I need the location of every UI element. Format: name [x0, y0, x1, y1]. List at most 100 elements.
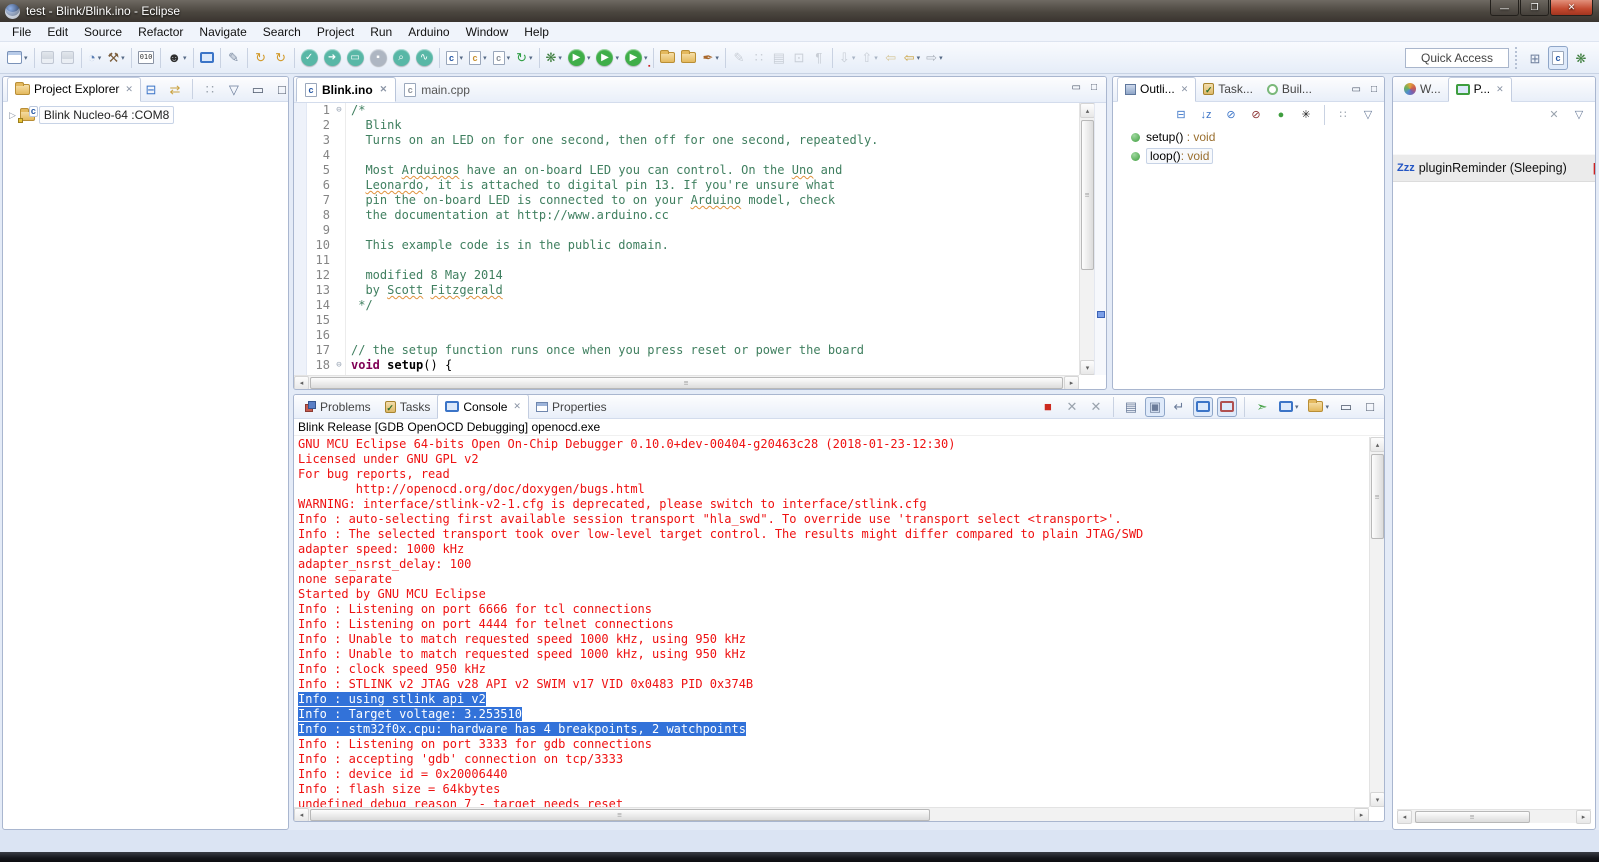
menu-arduino[interactable]: Arduino — [400, 23, 457, 41]
menu-file[interactable]: File — [4, 23, 39, 41]
project-tree-item[interactable]: ▷ c Blink Nucleo-64 :COM8 — [3, 102, 288, 124]
view-menu-button[interactable]: ▽ — [1358, 105, 1378, 125]
scroll-left-icon[interactable]: ◂ — [294, 808, 309, 822]
build-binary-button[interactable]: 010 — [135, 46, 158, 70]
close-window-button[interactable]: ✕ — [1550, 0, 1593, 16]
menu-edit[interactable]: Edit — [39, 23, 76, 41]
flash-upload-button[interactable]: ↻ — [251, 46, 271, 70]
console-vscrollbar[interactable]: ▴ ≡ ▾ — [1369, 437, 1384, 807]
show-stderr-button[interactable] — [1217, 397, 1237, 417]
focus-view-button[interactable]: ∷ — [1333, 105, 1353, 125]
tab-console[interactable]: Console ✕ — [437, 394, 529, 419]
maximize-icon[interactable]: □ — [1368, 84, 1380, 95]
focus-view-button[interactable]: ∷ — [200, 79, 220, 99]
expand-arrow-icon[interactable]: ▷ — [9, 110, 16, 121]
eclipse-app-icon[interactable] — [5, 4, 20, 19]
collapse-all-button[interactable]: ⊟ — [1171, 105, 1191, 125]
arduino-save-sketch-button[interactable]: ▪ — [367, 46, 390, 70]
minimize-icon[interactable]: ▭ — [1349, 84, 1364, 95]
editor-hscroll-thumb[interactable]: ≡ — [310, 377, 1063, 389]
windows-taskbar[interactable] — [0, 852, 1599, 862]
build-button[interactable]: ⚒▾ — [105, 46, 128, 70]
collapse-all-button[interactable]: ⊟ — [141, 79, 161, 99]
menu-project[interactable]: Project — [309, 23, 362, 41]
tab-plugin-reminder[interactable]: P... ✕ — [1448, 77, 1512, 102]
plugin-hscroll-thumb[interactable]: ≡ — [1415, 811, 1530, 823]
forward-button[interactable]: ⇨▾ — [923, 46, 945, 70]
tab-tasks[interactable]: ✓ Tasks — [378, 394, 438, 419]
close-icon[interactable]: ✕ — [513, 401, 521, 412]
back-history-light-button[interactable]: ⇦ — [881, 46, 901, 70]
console-hscroll-thumb[interactable]: ≡ — [310, 809, 930, 821]
scroll-down-icon[interactable]: ▾ — [1370, 792, 1385, 807]
style-brush-button[interactable]: ✒▾ — [699, 46, 721, 70]
scroll-right-icon[interactable]: ▸ — [1354, 808, 1369, 822]
scroll-lock-button[interactable]: ▣ — [1145, 397, 1165, 417]
remove-reminder-button[interactable]: ✕ — [1544, 105, 1564, 125]
tab-tasks[interactable]: ✓ Task... — [1196, 77, 1260, 102]
new-source-file-button[interactable]: c▾ — [490, 46, 514, 70]
tab-blink-ino[interactable]: c Blink.ino ✕ — [296, 77, 396, 102]
console-output[interactable]: GNU MCU Eclipse 64-bits Open On-Chip Deb… — [294, 437, 1369, 807]
hide-static-members-button[interactable]: ⊘ — [1246, 105, 1266, 125]
debug-perspective-button[interactable]: ❋ — [1571, 46, 1591, 70]
fold-marker-icon[interactable]: ⊖ — [333, 103, 345, 118]
terminate-button[interactable]: ■ — [1038, 397, 1058, 417]
coverage-button[interactable]: ▶▪▾ — [622, 46, 651, 70]
code-editor[interactable]: 123456789101112131415161718 ⊖⊖ /* Blink … — [294, 103, 1079, 375]
scroll-right-icon[interactable]: ▸ — [1576, 810, 1591, 824]
fold-marker-icon[interactable]: ⊖ — [333, 358, 345, 373]
scroll-down-icon[interactable]: ▾ — [1080, 360, 1095, 375]
open-console-button[interactable]: ▾ — [1305, 397, 1332, 417]
hide-fields-button[interactable]: ⊘ — [1221, 105, 1241, 125]
plugin-hscrollbar[interactable]: ◂ ≡ ▸ — [1397, 809, 1591, 823]
quick-access-box[interactable]: Quick Access — [1405, 48, 1509, 68]
tab-workspace[interactable]: W... — [1397, 77, 1448, 102]
editor-hscrollbar[interactable]: ◂ ≡ ▸ — [294, 375, 1079, 389]
plugin-reminder-row[interactable]: Zzz pluginReminder (Sleeping) [ — [1393, 154, 1595, 182]
menu-search[interactable]: Search — [255, 23, 309, 41]
tab-build-targets[interactable]: Buil... — [1260, 77, 1319, 102]
word-wrap-button[interactable]: ↵ — [1169, 397, 1189, 417]
minimize-window-button[interactable]: — — [1490, 0, 1519, 16]
new-c-project-button[interactable]: c▾ — [443, 46, 467, 70]
arduino-upload-button[interactable]: ➜ — [321, 46, 344, 70]
open-perspective-button[interactable]: ⊞ — [1525, 46, 1545, 70]
code-text[interactable]: /* Blink Turns on an LED on for one seco… — [346, 103, 1079, 375]
hide-inactive-button[interactable]: ✳ — [1296, 105, 1316, 125]
editor-vscroll-thumb[interactable]: ≡ — [1081, 120, 1094, 270]
tab-problems[interactable]: Problems — [298, 394, 378, 419]
close-icon[interactable]: ✕ — [1181, 84, 1189, 95]
scroll-right-icon[interactable]: ▸ — [1064, 376, 1079, 390]
menu-navigate[interactable]: Navigate — [191, 23, 254, 41]
overview-annotation[interactable] — [1097, 311, 1105, 318]
close-icon[interactable]: ✕ — [1496, 84, 1504, 95]
debug-button[interactable]: ❋▾ — [543, 46, 565, 70]
clear-console-button[interactable]: ▤ — [1121, 397, 1141, 417]
menu-window[interactable]: Window — [458, 23, 517, 41]
remove-all-launches-button[interactable]: ✕ — [1086, 397, 1106, 417]
open-resource-button[interactable] — [678, 46, 699, 70]
menu-help[interactable]: Help — [516, 23, 557, 41]
tab-outline[interactable]: Outli... ✕ — [1117, 77, 1196, 102]
tab-main-cpp[interactable]: c main.cpp — [396, 77, 478, 102]
new-cpp-class-button[interactable]: c▾ — [466, 46, 490, 70]
remote-terminal-button[interactable] — [197, 46, 217, 70]
flash-upload-alt-button[interactable]: ↻ — [271, 46, 291, 70]
maximize-view-button[interactable]: □ — [1360, 397, 1380, 417]
back-button[interactable]: ⇦▾ — [901, 46, 923, 70]
run-button[interactable]: ▶▾ — [565, 46, 594, 70]
close-icon[interactable]: ✕ — [380, 84, 388, 95]
generate-code-button[interactable]: ↻▾ — [513, 46, 535, 70]
outline-item-setup[interactable]: setup() : void — [1113, 128, 1384, 146]
show-stdout-button[interactable] — [1193, 397, 1213, 417]
maximize-icon[interactable]: □ — [1088, 82, 1100, 93]
scroll-up-icon[interactable]: ▴ — [1370, 437, 1385, 452]
serial-monitor-button[interactable]: ⌕ — [390, 46, 413, 70]
minimize-view-button[interactable]: ▭ — [248, 79, 268, 99]
arduino-verify-button[interactable]: ✓ — [298, 46, 321, 70]
menu-source[interactable]: Source — [76, 23, 130, 41]
new-wizard-button[interactable]: ▾ — [4, 46, 31, 70]
outline-item-loop[interactable]: loop() : void — [1113, 146, 1384, 166]
restore-window-button[interactable]: ❐ — [1520, 0, 1549, 16]
